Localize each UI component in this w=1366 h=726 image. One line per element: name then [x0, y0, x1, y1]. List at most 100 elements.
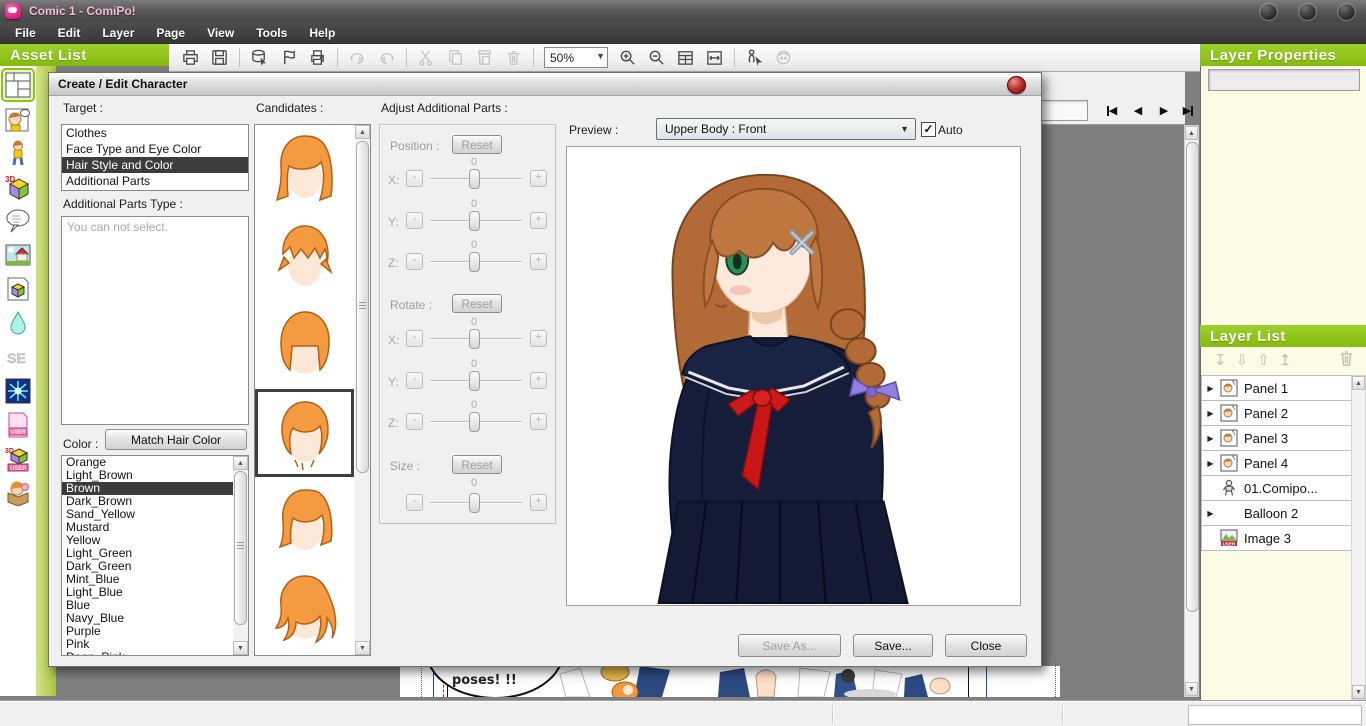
- close-dialog-button[interactable]: Close: [945, 634, 1027, 657]
- select-tool-icon[interactable]: [275, 46, 302, 70]
- candidate-hair-3[interactable]: [255, 301, 354, 389]
- user-2d-icon[interactable]: USER: [3, 410, 33, 440]
- plus-button[interactable]: +: [530, 330, 547, 347]
- scroll-down-icon[interactable]: ▼: [233, 641, 248, 655]
- user-3d-icon[interactable]: 3DUSER: [3, 444, 33, 474]
- plus-button[interactable]: +: [530, 212, 547, 229]
- minimize-button[interactable]: [1259, 2, 1278, 21]
- candidate-hair-6[interactable]: [255, 565, 354, 653]
- canvas-vscrollbar[interactable]: ▲ ▼: [1184, 125, 1199, 697]
- save-as-button[interactable]: Save As...: [738, 634, 841, 657]
- zoom-out-icon[interactable]: [643, 46, 670, 70]
- scroll-up-icon[interactable]: ▲: [233, 456, 248, 470]
- menu-help[interactable]: Help: [298, 23, 346, 43]
- layer-row-balloon[interactable]: ▶ Balloon 2: [1201, 501, 1352, 526]
- save-button[interactable]: Save...: [853, 634, 933, 657]
- layer-row-panel1[interactable]: ▶ Panel 1: [1201, 375, 1352, 401]
- save-icon[interactable]: [206, 46, 233, 70]
- color-scroll-thumb[interactable]: [234, 471, 247, 625]
- layer-row-panel3[interactable]: ▶ Panel 3: [1201, 426, 1352, 451]
- color-item[interactable]: Deep_Pink: [62, 651, 233, 656]
- minus-button[interactable]: -: [406, 372, 423, 389]
- plus-button[interactable]: +: [530, 253, 547, 270]
- candidates-scrollbar[interactable]: ▲ ▼: [355, 125, 370, 655]
- effect-drop-icon[interactable]: [3, 308, 33, 338]
- downloads-icon[interactable]: [3, 478, 33, 508]
- menu-tools[interactable]: Tools: [245, 23, 298, 43]
- expand-icon[interactable]: ▶: [1204, 509, 1217, 518]
- scroll-down-icon[interactable]: ▼: [1352, 685, 1365, 699]
- position-reset-button[interactable]: Reset: [452, 135, 502, 154]
- pose-tool-icon[interactable]: [741, 46, 768, 70]
- dialog-close-button[interactable]: [1007, 76, 1026, 94]
- layer-list-vscrollbar[interactable]: ▲ ▼: [1351, 375, 1366, 700]
- candidate-hair-5[interactable]: [255, 477, 354, 565]
- match-hair-color-button[interactable]: Match Hair Color: [105, 429, 247, 450]
- rotate-reset-button[interactable]: Reset: [452, 294, 502, 313]
- target-item-selected[interactable]: Hair Style and Color: [62, 157, 248, 173]
- export-3d-icon[interactable]: [246, 46, 273, 70]
- character-talk-icon[interactable]: [3, 104, 33, 134]
- zoom-in-icon[interactable]: [614, 46, 641, 70]
- scroll-down-icon[interactable]: ▼: [355, 641, 370, 655]
- slider-thumb[interactable]: [469, 412, 480, 432]
- menu-edit[interactable]: Edit: [47, 23, 92, 43]
- effect-burst-icon[interactable]: [3, 376, 33, 406]
- next-page-button[interactable]: ▶: [1153, 101, 1175, 120]
- plus-button[interactable]: +: [530, 170, 547, 187]
- size-reset-button[interactable]: Reset: [452, 455, 502, 474]
- menu-file[interactable]: File: [4, 23, 47, 43]
- plus-button[interactable]: +: [530, 413, 547, 430]
- expand-icon[interactable]: ▶: [1204, 434, 1217, 443]
- scroll-up-icon[interactable]: ▲: [1185, 126, 1198, 140]
- background-icon[interactable]: [3, 240, 33, 270]
- layer-row-image[interactable]: USER Image 3: [1201, 526, 1352, 551]
- minus-button[interactable]: -: [406, 170, 423, 187]
- slider-thumb[interactable]: [469, 329, 480, 349]
- panel-layout-icon[interactable]: [3, 70, 33, 100]
- target-item[interactable]: Additional Parts: [62, 173, 248, 189]
- plus-button[interactable]: +: [530, 372, 547, 389]
- preview-view-select[interactable]: Upper Body : Front ▼: [656, 118, 916, 140]
- scroll-up-icon[interactable]: ▲: [1352, 376, 1365, 390]
- menu-layer[interactable]: Layer: [91, 23, 145, 43]
- scroll-up-icon[interactable]: ▲: [355, 125, 370, 139]
- minus-button[interactable]: -: [406, 413, 423, 430]
- zoom-level-select[interactable]: 50% ▼: [544, 47, 608, 68]
- target-listbox[interactable]: Clothes Face Type and Eye Color Hair Sty…: [61, 124, 249, 191]
- scroll-down-icon[interactable]: ▼: [1185, 682, 1198, 696]
- candidates-scroll-thumb[interactable]: [356, 141, 369, 473]
- first-page-button[interactable]: ◀: [1101, 101, 1123, 120]
- menu-page[interactable]: Page: [145, 23, 196, 43]
- print-icon[interactable]: [304, 46, 331, 70]
- color-listbox[interactable]: Orange Light_Brown Brown Dark_Brown Sand…: [61, 455, 249, 656]
- canvas-vscroll-thumb[interactable]: [1186, 142, 1199, 612]
- save-page-icon[interactable]: [177, 46, 204, 70]
- candidates-listbox[interactable]: ▲ ▼: [254, 124, 371, 656]
- last-page-button[interactable]: ▶: [1177, 101, 1199, 120]
- layer-row-character[interactable]: 01.Comipo...: [1201, 476, 1352, 501]
- comic-page-strip[interactable]: poses! !!: [400, 666, 1060, 697]
- minus-button[interactable]: -: [406, 330, 423, 347]
- target-item[interactable]: Clothes: [62, 125, 248, 141]
- candidate-hair-2[interactable]: [255, 213, 354, 301]
- expand-icon[interactable]: ▶: [1204, 409, 1217, 418]
- candidate-hair-1[interactable]: [255, 125, 354, 213]
- slider-thumb[interactable]: [469, 493, 480, 513]
- prev-page-button[interactable]: ◀: [1127, 101, 1149, 120]
- slider-thumb[interactable]: [469, 211, 480, 231]
- minus-button[interactable]: -: [406, 494, 423, 511]
- balloon-icon[interactable]: [3, 206, 33, 236]
- expand-icon[interactable]: ▶: [1204, 384, 1217, 393]
- slider-thumb[interactable]: [469, 371, 480, 391]
- minus-button[interactable]: -: [406, 212, 423, 229]
- expand-icon[interactable]: ▶: [1204, 459, 1217, 468]
- maximize-button[interactable]: [1298, 2, 1317, 21]
- target-item[interactable]: Face Type and Eye Color: [62, 141, 248, 157]
- item-2d-icon[interactable]: [3, 274, 33, 304]
- item-3d-icon[interactable]: 3D: [3, 172, 33, 202]
- fit-page-icon[interactable]: [672, 46, 699, 70]
- plus-button[interactable]: +: [530, 494, 547, 511]
- auto-checkbox[interactable]: ✓: [921, 122, 936, 137]
- slider-thumb[interactable]: [469, 252, 480, 272]
